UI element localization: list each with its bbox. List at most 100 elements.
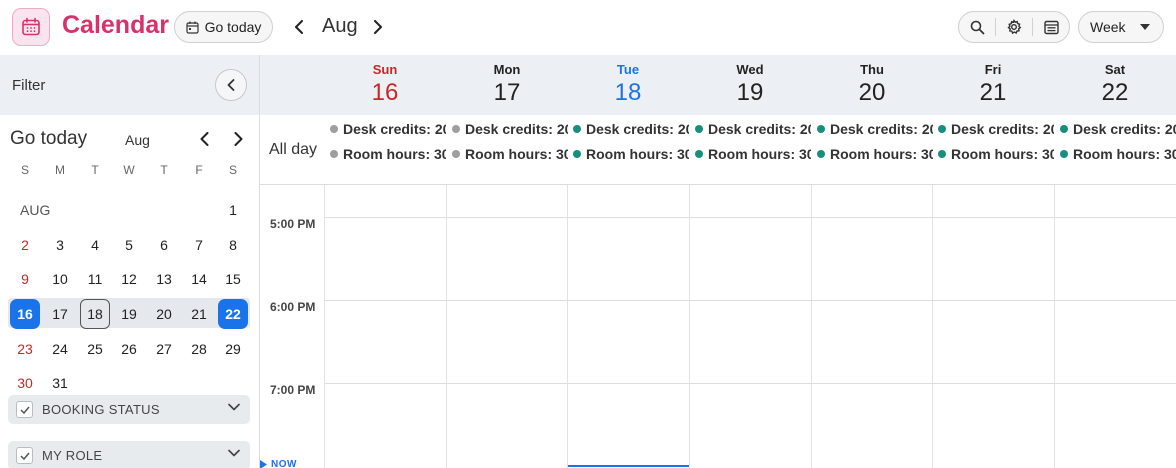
mini-calendar-day[interactable]: 24 xyxy=(45,334,75,364)
mini-calendar-day[interactable]: 3 xyxy=(45,230,75,260)
day-number: 16 xyxy=(371,79,399,106)
next-week-button[interactable] xyxy=(367,15,389,39)
booking-status-filter[interactable]: BOOKING STATUS xyxy=(8,395,250,424)
event-status-dot xyxy=(938,150,946,158)
all-day-event[interactable]: Room hours: 30 xyxy=(452,145,568,163)
time-grid[interactable]: 5:00 PM 6:00 PM 7:00 PM NOW xyxy=(260,185,1176,468)
mini-calendar-day[interactable]: 2 xyxy=(10,230,40,260)
mini-calendar-day[interactable]: 31 xyxy=(45,368,75,398)
all-day-event[interactable]: Room hours: 30 xyxy=(1060,145,1176,163)
mini-calendar-day[interactable]: 14 xyxy=(184,264,214,294)
mini-calendar-day[interactable]: 18 xyxy=(80,299,110,329)
mini-weekday-label: S xyxy=(20,163,29,177)
all-day-event[interactable]: Desk credits: 20 xyxy=(1060,120,1176,138)
mini-calendar-day[interactable]: 27 xyxy=(149,334,179,364)
event-status-dot xyxy=(330,150,338,158)
day-column-header[interactable]: Wed 19 xyxy=(689,55,811,115)
event-status-dot xyxy=(817,150,825,158)
mini-calendar-day[interactable]: 10 xyxy=(45,264,75,294)
mini-calendar-day[interactable]: 26 xyxy=(114,334,144,364)
day-column-header[interactable]: Tue 18 xyxy=(567,55,689,115)
mini-calendar-day[interactable]: 11 xyxy=(80,264,110,294)
event-status-dot xyxy=(452,125,460,133)
my-role-label: MY ROLE xyxy=(42,448,103,463)
day-column-header[interactable]: Mon 17 xyxy=(446,55,568,115)
mini-calendar-day[interactable]: 6 xyxy=(149,230,179,260)
all-day-event[interactable]: Room hours: 30 xyxy=(817,145,933,163)
my-role-checkbox[interactable] xyxy=(16,447,33,464)
view-select[interactable]: Week xyxy=(1078,11,1164,43)
mini-calendar-day[interactable]: 13 xyxy=(149,264,179,294)
mini-calendar-day[interactable]: 4 xyxy=(80,230,110,260)
all-day-event[interactable]: Desk credits: 20 xyxy=(817,120,933,138)
all-day-event[interactable]: Desk credits: 20 xyxy=(330,120,446,138)
list-icon xyxy=(1043,20,1059,34)
mini-weekday-label: F xyxy=(195,163,203,177)
prev-week-button[interactable] xyxy=(288,15,310,39)
mini-calendar-day[interactable]: 17 xyxy=(45,299,75,329)
all-day-event[interactable]: Desk credits: 20 xyxy=(695,120,811,138)
mini-calendar-day[interactable]: 20 xyxy=(149,299,179,329)
mini-calendar-day[interactable]: 12 xyxy=(114,264,144,294)
mini-calendar-header: Go today Aug xyxy=(0,128,259,152)
chevron-right-icon xyxy=(234,132,242,146)
mini-next-month-button[interactable] xyxy=(227,128,249,150)
all-day-event[interactable]: Room hours: 30 xyxy=(573,145,689,163)
day-column-header[interactable]: Sat 22 xyxy=(1054,55,1176,115)
all-day-event[interactable]: Room hours: 30 xyxy=(938,145,1054,163)
mini-prev-month-button[interactable] xyxy=(193,128,215,150)
event-title: Room hours: 30 xyxy=(951,146,1054,162)
mini-calendar-day[interactable]: 8 xyxy=(218,230,248,260)
mini-month-upper-label: AUG xyxy=(20,202,51,218)
day-column-header[interactable]: Sun 16 xyxy=(324,55,446,115)
mini-calendar-day[interactable]: 15 xyxy=(218,264,248,294)
check-icon xyxy=(19,452,30,460)
all-day-event[interactable]: Room hours: 30 xyxy=(695,145,811,163)
settings-button[interactable] xyxy=(996,12,1032,42)
check-icon xyxy=(19,406,30,414)
my-role-filter[interactable]: MY ROLE xyxy=(8,441,250,468)
all-day-event[interactable]: Desk credits: 20 xyxy=(938,120,1054,138)
event-status-dot xyxy=(452,150,460,158)
event-status-dot xyxy=(330,125,338,133)
mini-go-today-button[interactable]: Go today xyxy=(10,128,87,150)
event-title: Desk credits: 20 xyxy=(1073,121,1176,137)
now-label: NOW xyxy=(271,458,297,468)
search-button[interactable] xyxy=(959,12,995,42)
go-today-button[interactable]: Go today xyxy=(174,11,273,43)
all-day-event[interactable]: Desk credits: 20 xyxy=(573,120,689,138)
mini-calendar-day[interactable]: 23 xyxy=(10,334,40,364)
go-today-label: Go today xyxy=(204,19,262,35)
mini-calendar-day[interactable]: 5 xyxy=(114,230,144,260)
event-status-dot xyxy=(817,125,825,133)
list-view-button[interactable] xyxy=(1033,12,1069,42)
day-column-header[interactable]: Thu 20 xyxy=(811,55,933,115)
mini-calendar-day[interactable]: 28 xyxy=(184,334,214,364)
mini-calendar-day[interactable]: 1 xyxy=(218,195,248,225)
mini-calendar-day[interactable]: 22 xyxy=(218,299,248,329)
mini-calendar-day[interactable]: 21 xyxy=(184,299,214,329)
mini-calendar-day[interactable]: 19 xyxy=(114,299,144,329)
now-arrow-icon xyxy=(260,459,267,468)
all-day-event[interactable]: Desk credits: 20 xyxy=(452,120,568,138)
mini-calendar-day[interactable]: 30 xyxy=(10,368,40,398)
day-name: Thu xyxy=(860,62,884,77)
day-column-divider xyxy=(324,185,325,468)
mini-calendar-day[interactable]: 16 xyxy=(10,299,40,329)
booking-status-checkbox[interactable] xyxy=(16,401,33,418)
calendar-small-icon xyxy=(185,21,199,34)
mini-calendar-day[interactable]: 25 xyxy=(80,334,110,364)
day-column-header[interactable]: Fri 21 xyxy=(932,55,1054,115)
mini-calendar-day[interactable]: 29 xyxy=(218,334,248,364)
mini-calendar-day[interactable]: 9 xyxy=(10,264,40,294)
all-day-event[interactable]: Room hours: 30 xyxy=(330,145,446,163)
app-title: Calendar xyxy=(62,11,169,39)
event-title: Desk credits: 20 xyxy=(465,121,568,137)
gear-icon xyxy=(1007,19,1022,35)
hour-line xyxy=(324,217,1176,218)
collapse-sidebar-button[interactable] xyxy=(215,69,247,101)
event-title: Desk credits: 20 xyxy=(951,121,1054,137)
mini-calendar-day[interactable]: 7 xyxy=(184,230,214,260)
day-column-divider xyxy=(1054,185,1055,468)
event-status-dot xyxy=(695,150,703,158)
